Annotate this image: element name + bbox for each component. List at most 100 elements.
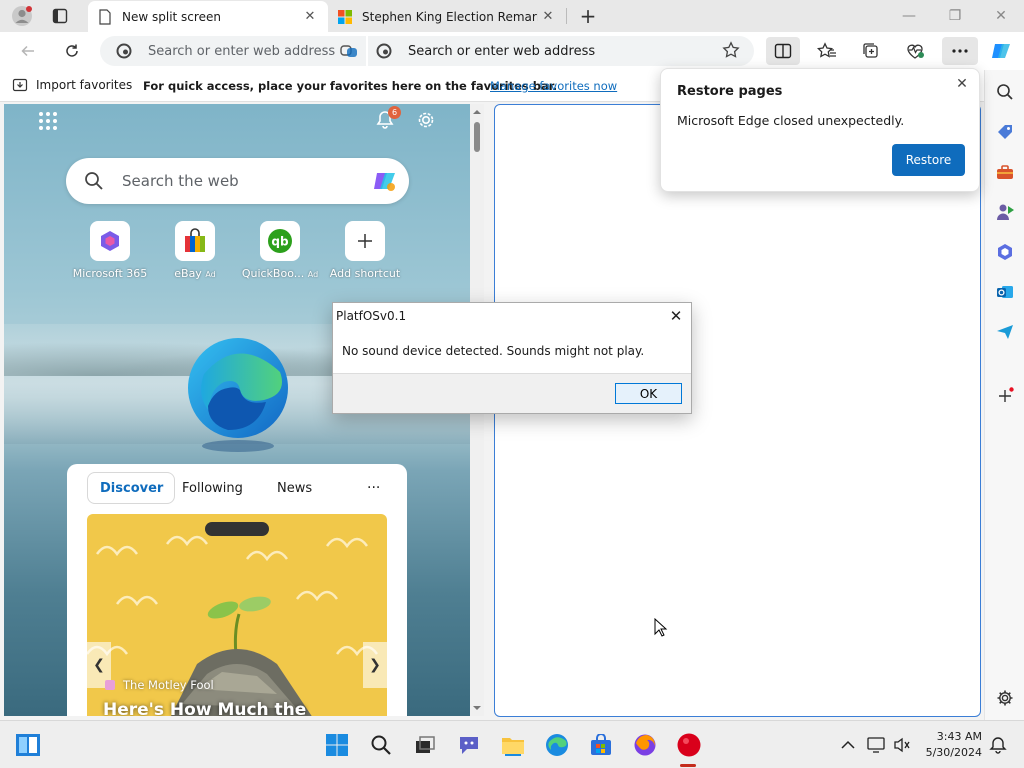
popup-message: Microsoft Edge closed unexpectedly. — [677, 113, 905, 128]
dialog-body: No sound device detected. Sounds might n… — [333, 329, 691, 374]
tab-stephen-king[interactable]: Stephen King Election Remark Ta ✕ — [330, 1, 566, 32]
chevron-up-icon[interactable] — [838, 735, 858, 755]
web-search-box[interactable]: Search the web — [66, 158, 409, 204]
windows-start-icon[interactable] — [323, 731, 351, 759]
page-icon — [99, 8, 111, 25]
restore-pages-popup: Restore pages Microsoft Edge closed unex… — [660, 68, 980, 192]
plus-icon — [345, 221, 385, 261]
send-icon[interactable] — [991, 318, 1019, 346]
address-bar-left[interactable]: Search or enter web address — [100, 36, 366, 66]
gear-icon[interactable] — [991, 684, 1019, 712]
scrollbar-thumb[interactable] — [474, 122, 480, 152]
ellipsis-icon[interactable] — [942, 37, 978, 65]
collections-icon[interactable] — [856, 37, 886, 65]
dialog-titlebar[interactable]: PlatfOSv0.1 ✕ — [333, 303, 691, 329]
chevron-right-icon[interactable]: ❯ — [363, 642, 387, 688]
scroll-up-icon[interactable] — [470, 106, 484, 118]
file-explorer-icon[interactable] — [499, 731, 527, 759]
ellipsis-icon[interactable]: ··· — [367, 472, 380, 504]
widgets-icon[interactable] — [14, 731, 42, 759]
tools-icon[interactable] — [991, 158, 1019, 186]
quickbooks-icon: qb — [260, 221, 300, 261]
notification-center-icon[interactable] — [988, 735, 1008, 755]
microsoft-365-icon[interactable] — [991, 238, 1019, 266]
refresh-icon[interactable] — [57, 37, 87, 65]
outlook-icon[interactable] — [991, 278, 1019, 306]
import-favorites-button[interactable]: Import favorites — [12, 77, 132, 93]
gear-icon[interactable] — [415, 109, 437, 131]
news-feed-panel: Discover Following News ··· ❮ ❯ The Motl… — [67, 464, 407, 716]
search-placeholder: Search the web — [122, 172, 239, 190]
search-icon[interactable] — [991, 78, 1019, 106]
address-placeholder: Search or enter web address — [148, 43, 336, 59]
tab-title: New split screen — [122, 9, 221, 24]
link-tabs-icon[interactable] — [340, 42, 358, 60]
minimize-button[interactable]: — — [886, 0, 932, 32]
clock-date[interactable]: 5/30/2024 — [914, 746, 982, 759]
shortcut-ebay[interactable]: eBay Ad — [155, 221, 235, 280]
popup-title: Restore pages — [677, 84, 783, 99]
address-bar-right[interactable]: Search or enter web address — [368, 36, 754, 66]
teams-chat-icon[interactable] — [455, 731, 483, 759]
ok-button[interactable]: OK — [615, 383, 682, 404]
star-icon[interactable] — [722, 41, 740, 59]
plus-icon[interactable]: + — [576, 4, 600, 28]
split-screen-icon[interactable] — [766, 37, 800, 65]
tab-new-split-screen[interactable]: New split screen ✕ — [88, 1, 328, 32]
close-window-button[interactable]: ✕ — [978, 0, 1024, 32]
shortcut-microsoft-365[interactable]: Microsoft 365 — [70, 221, 150, 280]
close-icon[interactable]: ✕ — [540, 8, 556, 24]
card-headline[interactable]: Here's How Much the — [103, 700, 306, 716]
tab-following[interactable]: Following — [182, 472, 243, 504]
address-toolbar: Search or enter web address Search or en… — [0, 32, 1024, 70]
restore-window-button[interactable]: ❐ — [932, 0, 978, 32]
shopping-tag-icon[interactable] — [991, 118, 1019, 146]
app-launcher-icon[interactable] — [38, 111, 58, 131]
svg-text:qb: qb — [271, 235, 289, 249]
plus-icon[interactable] — [991, 382, 1019, 410]
games-icon[interactable] — [991, 198, 1019, 226]
restore-button[interactable]: Restore — [892, 144, 965, 176]
mouse-cursor-icon — [654, 618, 668, 637]
shortcut-label: Add shortcut — [329, 267, 401, 280]
store-icon[interactable] — [587, 731, 615, 759]
firefox-icon[interactable] — [631, 731, 659, 759]
motley-fool-icon — [105, 680, 115, 690]
microsoft-365-icon — [90, 221, 130, 261]
tab-news[interactable]: News — [277, 472, 312, 504]
scroll-down-icon[interactable] — [470, 702, 484, 714]
shortcut-label: QuickBoo... Ad — [241, 267, 319, 280]
close-icon[interactable]: ✕ — [667, 307, 685, 325]
search-icon[interactable] — [367, 731, 395, 759]
search-engine-icon — [116, 43, 132, 59]
record-app-icon[interactable] — [675, 731, 703, 759]
edge-taskbar-icon[interactable] — [543, 731, 571, 759]
shortcut-add[interactable]: Add shortcut — [325, 221, 405, 280]
edge-sidebar — [984, 70, 1024, 720]
card-source: The Motley Fool — [105, 678, 214, 692]
tab-bar: New split screen ✕ Stephen King Election… — [0, 0, 1024, 32]
close-icon[interactable]: ✕ — [302, 8, 318, 24]
clock-time[interactable]: 3:43 AM — [914, 730, 982, 743]
tab-actions-icon[interactable] — [48, 5, 72, 27]
ebay-bag-icon — [175, 221, 215, 261]
copilot-icon[interactable] — [986, 37, 1016, 65]
feed-tabs: Discover Following News ··· — [87, 472, 387, 504]
task-view-icon[interactable] — [411, 731, 439, 759]
shortcut-quickbooks[interactable]: qb QuickBoo... Ad — [240, 221, 320, 280]
volume-muted-icon[interactable] — [892, 735, 912, 755]
manage-favorites-link[interactable]: Manage favorites now — [490, 79, 617, 93]
taskbar: 3:43 AM 5/30/2024 — [0, 720, 1024, 768]
browser-essentials-icon[interactable] — [900, 37, 930, 65]
close-icon[interactable]: ✕ — [953, 75, 971, 93]
copilot-icon[interactable] — [371, 167, 399, 195]
favorites-icon[interactable] — [812, 37, 842, 65]
import-icon — [12, 78, 28, 92]
profile-icon[interactable] — [10, 5, 34, 27]
search-icon — [85, 172, 103, 190]
display-icon[interactable] — [866, 735, 886, 755]
arrow-left-icon[interactable] — [13, 37, 43, 65]
tab-discover[interactable]: Discover — [87, 472, 175, 504]
news-card[interactable]: ❮ ❯ The Motley Fool Here's How Much the — [87, 514, 387, 716]
sound-warning-dialog: PlatfOSv0.1 ✕ No sound device detected. … — [332, 302, 692, 414]
